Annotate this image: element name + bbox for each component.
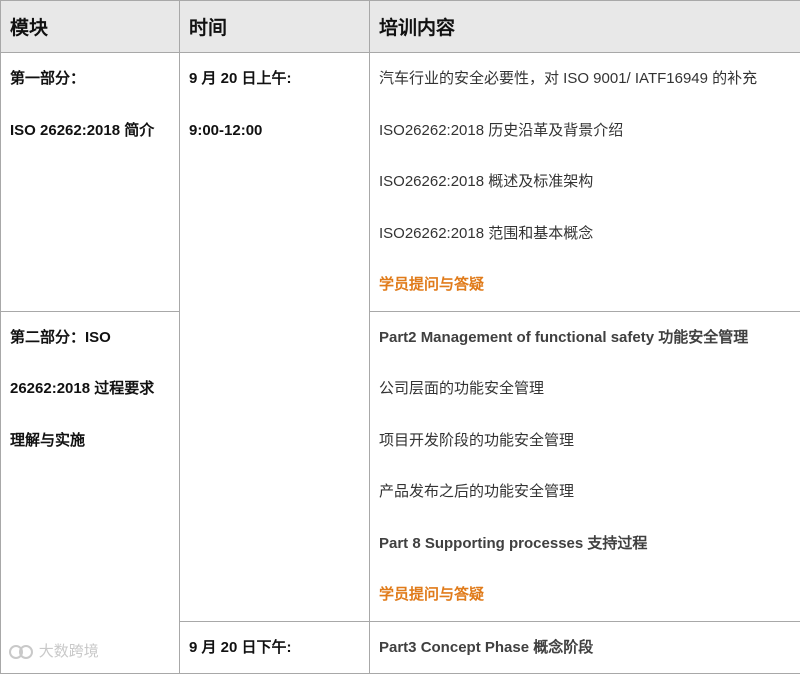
module-cell-2: 第二部分：ISO 26262:2018 过程要求 理解与实施 — [1, 311, 180, 674]
content-cell-1: 汽车行业的安全必要性，对 ISO 9001/ IATF16949 的补充 ISO… — [370, 53, 800, 312]
content-cell-3: Part3 Concept Phase 概念阶段 — [370, 621, 800, 674]
qa-line: 学员提问与答疑 — [370, 259, 800, 311]
module-2-line: 26262:2018 过程要求 — [10, 363, 179, 415]
table-row: 第二部分：ISO 26262:2018 过程要求 理解与实施 Part2 Man… — [1, 311, 800, 621]
content-1-line: ISO26262:2018 概述及标准架构 — [370, 156, 800, 208]
header-row: 模块 时间 培训内容 — [1, 1, 800, 53]
watermark-logo-icon — [8, 643, 34, 661]
content-2-line: Part2 Management of functional safety 功能… — [370, 312, 800, 364]
content-3-line: Part3 Concept Phase 概念阶段 — [370, 622, 800, 674]
content-1-line: ISO26262:2018 范围和基本概念 — [370, 208, 800, 260]
content-1-line: 汽车行业的安全必要性，对 ISO 9001/ IATF16949 的补充 — [370, 53, 800, 105]
content-2-line: Part 8 Supporting processes 支持过程 — [370, 518, 800, 570]
module-cell-1: 第一部分： ISO 26262:2018 简介 — [1, 53, 180, 312]
watermark: 大数跨境 — [8, 640, 99, 661]
time-cell-2: 9 月 20 日下午: — [180, 621, 370, 674]
header-content: 培训内容 — [370, 1, 800, 53]
header-time: 时间 — [180, 1, 370, 53]
module-1-line: 第一部分： — [10, 53, 179, 105]
content-2-line: 公司层面的功能安全管理 — [370, 363, 800, 415]
training-schedule-table: 模块 时间 培训内容 第一部分： ISO 26262:2018 简介 9 月 2… — [0, 0, 800, 674]
qa-line: 学员提问与答疑 — [370, 569, 800, 621]
header-module: 模块 — [1, 1, 180, 53]
content-2-line: 项目开发阶段的功能安全管理 — [370, 415, 800, 467]
time-cell-1: 9 月 20 日上午: 9:00-12:00 — [180, 53, 370, 622]
watermark-text: 大数跨境 — [39, 642, 99, 660]
module-2-line: 理解与实施 — [10, 415, 179, 467]
module-2-line: 第二部分：ISO — [10, 312, 179, 364]
time-2-date: 9 月 20 日下午: — [189, 622, 369, 674]
module-1-line: ISO 26262:2018 简介 — [10, 105, 179, 157]
time-1-date: 9 月 20 日上午: — [189, 53, 369, 105]
content-2-line: 产品发布之后的功能安全管理 — [370, 466, 800, 518]
table-row: 第一部分： ISO 26262:2018 简介 9 月 20 日上午: 9:00… — [1, 53, 800, 312]
time-1-hours: 9:00-12:00 — [189, 105, 369, 157]
content-1-line: ISO26262:2018 历史沿革及背景介绍 — [370, 105, 800, 157]
content-cell-2: Part2 Management of functional safety 功能… — [370, 311, 800, 621]
